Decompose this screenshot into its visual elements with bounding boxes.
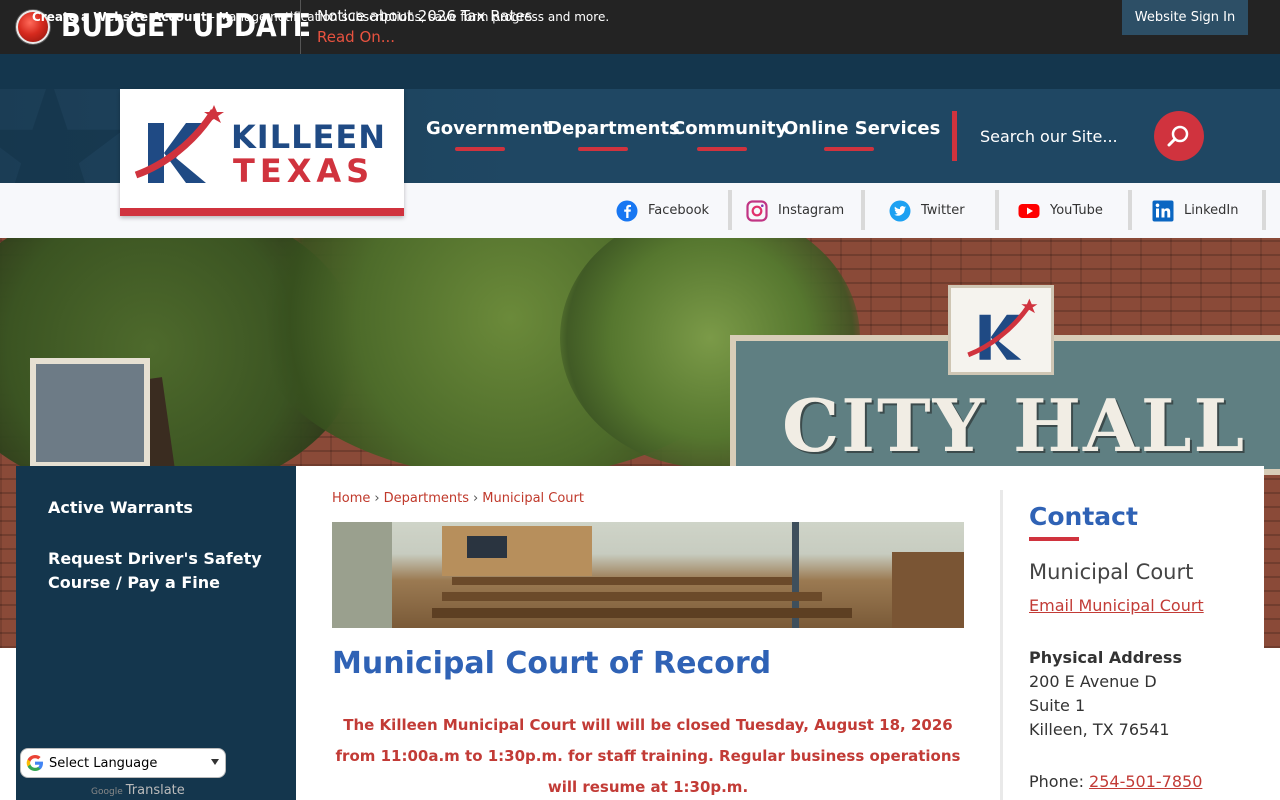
social-label: LinkedIn — [1184, 203, 1239, 218]
star-decoration-icon — [0, 89, 124, 183]
alert-read-on-link[interactable]: Read On... — [317, 28, 395, 46]
search-accent — [952, 111, 957, 161]
social-linkedin-link[interactable]: LinkedIn — [1152, 183, 1238, 238]
logo-text-killeen: KILLEEN — [231, 118, 386, 156]
nav-government-underline — [455, 147, 505, 151]
language-select-label: Select Language — [49, 755, 158, 771]
social-youtube-link[interactable]: YouTube — [1018, 183, 1103, 238]
account-description: - Manage notification subscriptions, sav… — [206, 10, 610, 24]
google-wordmark: Google — [91, 787, 123, 797]
twitter-icon — [889, 200, 911, 221]
breadcrumb-separator: › — [473, 491, 479, 506]
killeen-k-logo-icon — [967, 298, 1038, 360]
hero-window — [30, 358, 150, 468]
courtroom-wall-left — [332, 522, 392, 628]
breadcrumb: Home › Departments › Municipal Court — [332, 491, 584, 506]
search-button[interactable] — [1154, 111, 1204, 161]
search-icon — [1167, 125, 1189, 147]
social-label: YouTube — [1050, 203, 1103, 218]
killeen-k-logo-icon — [134, 105, 224, 183]
phone-link[interactable]: 254-501-7850 — [1089, 772, 1202, 791]
nav-departments[interactable]: Departments — [547, 118, 680, 139]
contact-department: Municipal Court — [1029, 560, 1194, 584]
sidebar-item-active-warrants[interactable]: Active Warrants — [48, 496, 268, 520]
nav-community[interactable]: Community — [672, 118, 787, 139]
social-divider — [728, 190, 732, 230]
social-divider — [995, 190, 999, 230]
social-twitter-link[interactable]: Twitter — [889, 183, 965, 238]
social-facebook-link[interactable]: Facebook — [616, 183, 709, 238]
youtube-icon — [1018, 203, 1040, 218]
contact-heading-underline — [1029, 537, 1079, 541]
logo-text-texas: TEXAS — [233, 152, 375, 190]
address-line: Killeen, TX 76541 — [1029, 720, 1170, 739]
city-hall-sign-logo — [948, 285, 1054, 375]
courtroom-bench — [442, 526, 592, 576]
social-divider — [1128, 190, 1132, 230]
nav-online-services-underline — [824, 147, 874, 151]
facebook-icon — [616, 200, 638, 221]
nav-departments-underline — [578, 147, 628, 151]
powered-by-google: Google Translate — [91, 783, 185, 798]
chevron-down-icon — [211, 759, 219, 765]
physical-address-label: Physical Address — [1029, 648, 1182, 667]
courtroom-pew — [442, 592, 822, 601]
email-municipal-court-link[interactable]: Email Municipal Court — [1029, 596, 1204, 615]
breadcrumb-home[interactable]: Home — [332, 491, 370, 506]
nav-community-underline — [697, 147, 747, 151]
linkedin-icon — [1152, 200, 1174, 221]
translate-link[interactable]: Translate — [126, 783, 185, 798]
city-hall-sign-text: CITY HALL — [782, 383, 1247, 468]
website-sign-in-button[interactable]: Website Sign In — [1122, 0, 1248, 35]
sidebar-item-drivers-safety[interactable]: Request Driver's Safety Course / Pay a F… — [48, 547, 268, 595]
social-label: Instagram — [778, 203, 845, 218]
social-instagram-link[interactable]: Instagram — [746, 183, 844, 238]
social-divider — [1262, 190, 1266, 230]
site-logo[interactable]: KILLEEN TEXAS — [120, 89, 404, 216]
closure-notice: The Killeen Municipal Court will will be… — [335, 716, 961, 796]
language-select[interactable]: Select Language — [20, 748, 226, 778]
nav-online-services[interactable]: Online Services — [783, 118, 940, 139]
courtroom-podium — [892, 552, 964, 628]
content-divider — [1000, 490, 1003, 800]
address-line: Suite 1 — [1029, 696, 1086, 715]
contact-heading: Contact — [1029, 502, 1138, 531]
breadcrumb-separator: › — [374, 491, 380, 506]
courtroom-image — [332, 522, 964, 628]
account-bar — [0, 54, 1280, 89]
instagram-icon — [746, 199, 768, 222]
page-title: Municipal Court of Record — [332, 646, 772, 681]
courtroom-pew — [432, 608, 852, 618]
courtroom-pew — [452, 577, 792, 585]
create-account-link[interactable]: Create a Website Account — [32, 10, 207, 24]
social-label: Twitter — [921, 203, 965, 218]
alert-divider — [300, 0, 301, 54]
contact-phone: Phone: 254-501-7850 — [1029, 772, 1202, 791]
account-message: Create a Website Account - Manage notifi… — [32, 10, 609, 24]
google-g-icon — [26, 755, 43, 771]
social-label: Facebook — [648, 203, 710, 218]
address-line: 200 E Avenue D — [1029, 672, 1157, 691]
search-input[interactable] — [968, 113, 1148, 159]
breadcrumb-departments[interactable]: Departments — [384, 491, 469, 506]
courtroom-screen — [467, 536, 507, 558]
phone-label: Phone: — [1029, 772, 1090, 791]
breadcrumb-municipal-court[interactable]: Municipal Court — [482, 491, 584, 506]
social-divider — [861, 190, 865, 230]
nav-government[interactable]: Government — [426, 118, 551, 139]
